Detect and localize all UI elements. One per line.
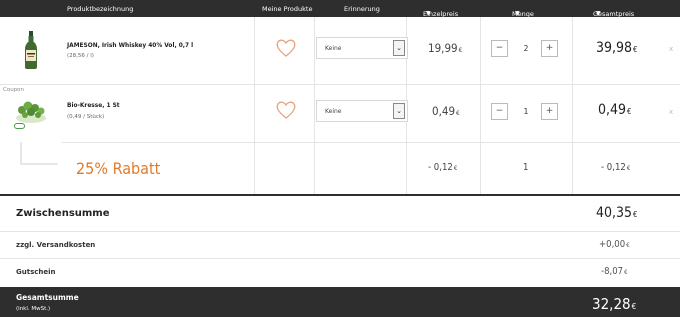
- row-divider: [0, 258, 680, 259]
- currency-symbol: €: [624, 269, 628, 276]
- sort-arrow-icon: ▼: [426, 10, 431, 17]
- reminder-value: Keine: [325, 45, 342, 52]
- currency-symbol: €: [458, 46, 463, 54]
- product-name[interactable]: JAMESON, Irish Whiskey 40% Vol, 0,7 l: [67, 41, 193, 49]
- row-divider: [0, 84, 680, 85]
- grand-total-tax-note: (inkl. MwSt.): [16, 306, 51, 312]
- sort-arrow-icon: ▼: [596, 10, 601, 17]
- grand-total-value: 32,28€: [592, 295, 636, 313]
- reminder-select[interactable]: Keine ⌄: [316, 37, 408, 59]
- currency-symbol: €: [626, 165, 631, 172]
- discount-label: 25% Rabatt: [76, 159, 161, 178]
- product-base-price: (0,49 / Stück): [67, 114, 105, 120]
- discount-quantity: 1: [523, 162, 529, 173]
- remove-item-button[interactable]: x: [669, 45, 673, 53]
- subtotal-amount: 40,35: [596, 205, 633, 221]
- discount-unit-value: - 0,12: [428, 162, 453, 173]
- product-base-price: (28,56 / l): [67, 53, 94, 59]
- currency-symbol: €: [633, 45, 638, 54]
- unit-price: 0,49€: [432, 104, 460, 118]
- discount-unit-price: - 0,12€: [428, 162, 457, 173]
- unit-price-value: 0,49: [432, 104, 456, 118]
- chevron-down-icon: ⌄: [393, 40, 405, 56]
- grand-total-bar: Gesamtsumme (inkl. MwSt.) 32,28€: [0, 287, 680, 317]
- row-divider: [62, 142, 680, 143]
- sort-arrow-icon: ▼: [515, 10, 520, 17]
- quantity-decrease-button[interactable]: −: [491, 103, 508, 120]
- unit-price: 19,99€: [428, 41, 462, 55]
- header-product: Produktbezeichnung: [67, 5, 134, 13]
- currency-symbol: €: [626, 242, 630, 249]
- cress-product-image[interactable]: [14, 98, 48, 124]
- grand-total-label: Gesamtsumme: [16, 293, 79, 302]
- favorite-heart-icon[interactable]: [275, 100, 297, 120]
- reminder-select[interactable]: Keine ⌄: [316, 100, 408, 122]
- favorite-heart-icon[interactable]: [275, 38, 297, 58]
- currency-symbol: €: [456, 109, 460, 117]
- unit-price-value: 19,99: [428, 41, 458, 55]
- currency-symbol: €: [631, 302, 637, 311]
- quantity-increase-button[interactable]: +: [541, 40, 558, 57]
- column-divider: [254, 17, 255, 194]
- reminder-value: Keine: [325, 108, 342, 115]
- coupon-label: Coupon: [3, 87, 25, 93]
- header-reminder: Erinnerung: [344, 5, 380, 13]
- quantity-value[interactable]: 2: [516, 44, 536, 53]
- currency-symbol: €: [627, 107, 632, 116]
- line-total-value: 39,98: [596, 40, 633, 56]
- summary-divider: [0, 194, 680, 196]
- currency-symbol: €: [453, 165, 458, 172]
- discount-connector-line: [20, 142, 58, 165]
- product-name[interactable]: Bio-Kresse, 1 St: [67, 101, 120, 109]
- voucher-label: Gutschein: [16, 268, 56, 276]
- discount-total-value: - 0,12: [601, 162, 626, 173]
- cart-table-header: Produktbezeichnung Meine Produkte Erinne…: [0, 0, 680, 18]
- line-total: 39,98€: [596, 40, 637, 56]
- quantity-decrease-button[interactable]: −: [491, 40, 508, 57]
- jameson-bottle-image[interactable]: [22, 31, 40, 69]
- quantity-value[interactable]: 1: [516, 107, 536, 116]
- remove-item-button[interactable]: x: [669, 108, 673, 116]
- quantity-increase-button[interactable]: +: [541, 103, 558, 120]
- coupon-badge-icon: [14, 123, 25, 129]
- subtotal-value: 40,35€: [596, 205, 637, 221]
- voucher-value: -8,07€: [601, 266, 628, 277]
- currency-symbol: €: [633, 210, 638, 219]
- column-divider: [572, 17, 573, 194]
- line-total-value: 0,49: [598, 102, 627, 118]
- grand-total-amount: 32,28: [592, 295, 631, 313]
- column-divider: [314, 17, 315, 194]
- column-divider: [480, 17, 481, 194]
- voucher-amount: -8,07: [601, 266, 624, 277]
- shipping-value: +0,00€: [599, 239, 630, 250]
- header-my-products: Meine Produkte: [262, 5, 313, 13]
- subtotal-label: Zwischensumme: [16, 208, 110, 219]
- row-divider: [0, 231, 680, 232]
- chevron-down-icon: ⌄: [393, 103, 405, 119]
- shipping-amount: +0,00: [599, 239, 626, 250]
- discount-total: - 0,12€: [601, 162, 630, 173]
- line-total: 0,49€: [598, 102, 631, 118]
- shipping-label: zzgl. Versandkosten: [16, 241, 96, 249]
